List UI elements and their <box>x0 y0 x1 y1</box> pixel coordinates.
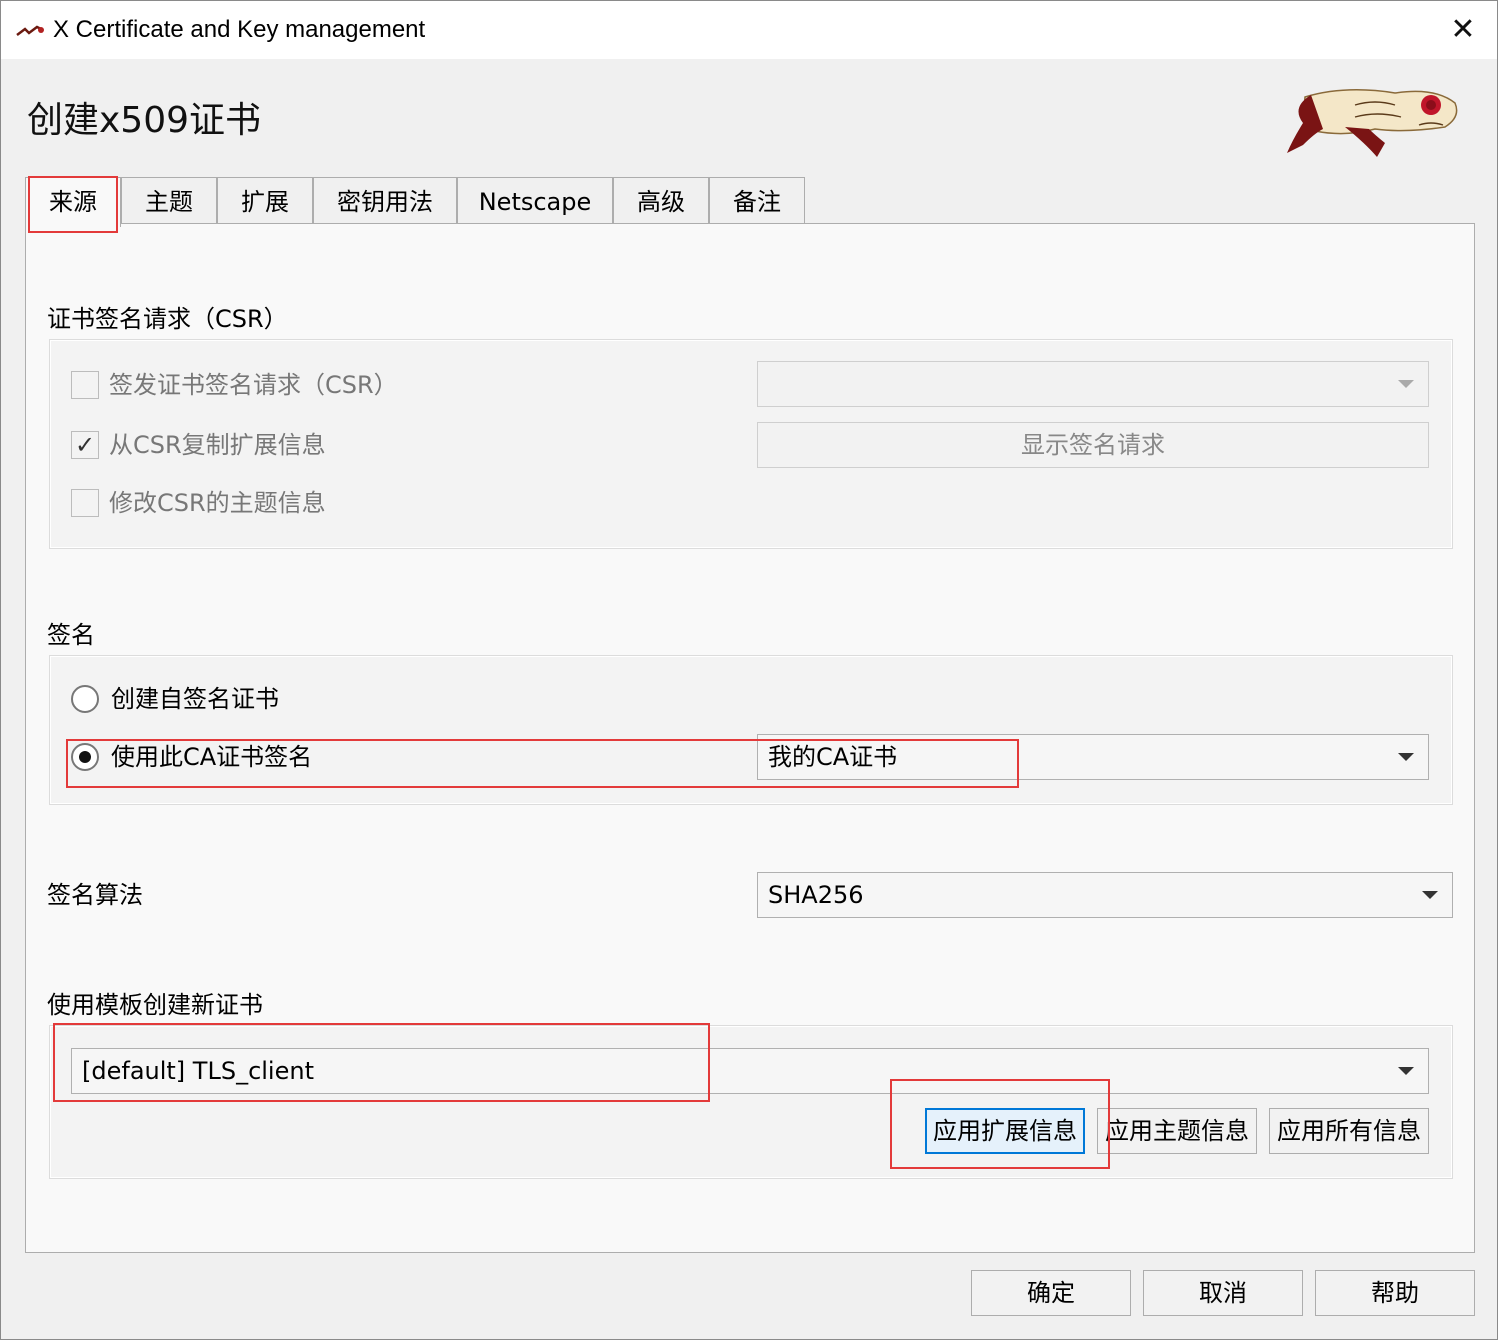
close-icon[interactable]: ✕ <box>1441 11 1485 51</box>
app-icon <box>16 25 44 36</box>
tab-comment[interactable]: 备注 <box>709 177 805 225</box>
copy-extensions-checkbox[interactable]: ✓ <box>71 431 99 459</box>
window-title: X Certificate and Key management <box>53 16 426 43</box>
algorithm-select[interactable]: SHA256 <box>757 872 1453 918</box>
apply-extensions-button[interactable]: 应用扩展信息 <box>925 1108 1085 1154</box>
csr-section-label: 证书签名请求（CSR） <box>47 305 288 333</box>
title-bar: X Certificate and Key management ✕ <box>1 1 1497 59</box>
page-title: 创建x509证书 <box>27 100 262 141</box>
copy-extensions-label: 从CSR复制扩展信息 <box>109 431 326 459</box>
tab-key-usage[interactable]: 密钥用法 <box>313 177 457 225</box>
tab-netscape[interactable]: Netscape <box>457 177 613 225</box>
apply-subject-button[interactable]: 应用主题信息 <box>1097 1108 1257 1154</box>
template-select-value: [default] TLS_client <box>82 1057 314 1085</box>
chevron-down-icon <box>1398 1067 1414 1075</box>
sign-request-checkbox[interactable] <box>71 371 99 399</box>
csr-request-select[interactable] <box>757 361 1429 407</box>
chevron-down-icon <box>1398 753 1414 761</box>
use-ca-radio[interactable] <box>71 743 99 771</box>
template-select[interactable]: [default] TLS_client <box>71 1048 1429 1094</box>
tab-extensions[interactable]: 扩展 <box>217 177 313 225</box>
tab-advanced[interactable]: 高级 <box>613 177 709 225</box>
modify-subject-checkbox[interactable] <box>71 489 99 517</box>
tab-source[interactable]: 来源 <box>25 177 121 227</box>
ca-cert-select-value: 我的CA证书 <box>768 743 898 771</box>
chevron-down-icon <box>1422 891 1438 899</box>
ca-cert-select[interactable]: 我的CA证书 <box>757 734 1429 780</box>
show-request-button[interactable]: 显示签名请求 <box>757 422 1429 468</box>
ok-button[interactable]: 确定 <box>971 1270 1131 1316</box>
use-ca-label: 使用此CA证书签名 <box>111 743 313 771</box>
algorithm-select-value: SHA256 <box>768 881 864 909</box>
algorithm-label: 签名算法 <box>47 881 143 909</box>
signing-group <box>49 655 1453 805</box>
help-button[interactable]: 帮助 <box>1315 1270 1475 1316</box>
modify-subject-label: 修改CSR的主题信息 <box>109 489 326 517</box>
tab-subject[interactable]: 主题 <box>121 177 217 225</box>
scroll-logo-icon <box>1287 89 1458 157</box>
self-signed-radio[interactable] <box>71 685 99 713</box>
apply-all-button[interactable]: 应用所有信息 <box>1269 1108 1429 1154</box>
chevron-down-icon <box>1398 380 1414 388</box>
self-signed-label: 创建自签名证书 <box>111 685 279 713</box>
cancel-button[interactable]: 取消 <box>1143 1270 1303 1316</box>
signing-section-label: 签名 <box>47 621 95 649</box>
sign-request-label: 签发证书签名请求（CSR） <box>109 371 398 399</box>
template-section-label: 使用模板创建新证书 <box>47 991 263 1019</box>
dialog-window: X Certificate and Key management ✕ 创建x50… <box>0 0 1498 1340</box>
